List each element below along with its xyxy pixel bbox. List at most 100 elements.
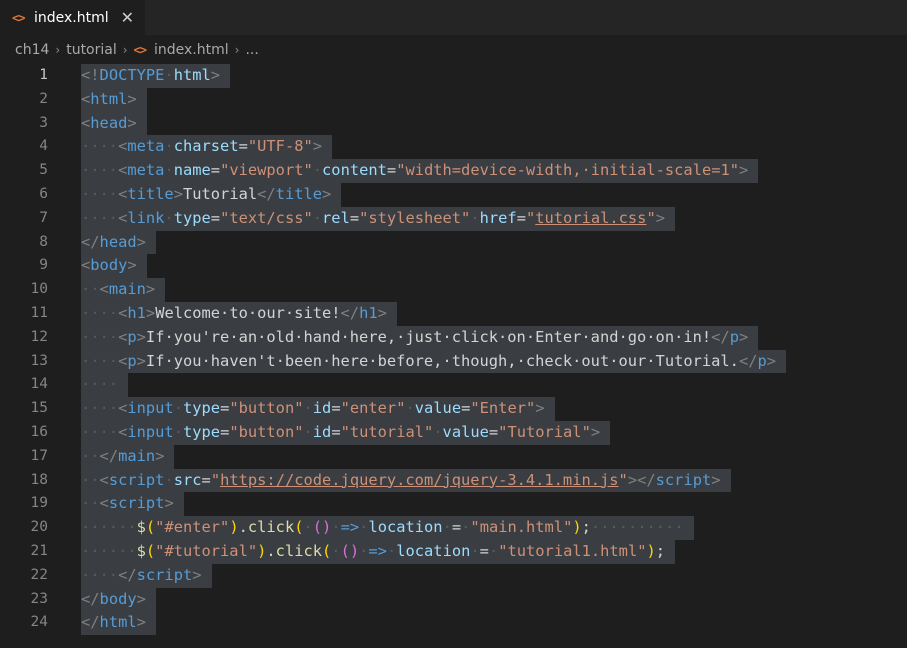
selection-highlight: ····<p>If·you·haven't·been·here·before,·… [81,349,787,374]
code-token: tutorial.css [535,208,647,227]
code-text: ··</main> [81,444,175,469]
breadcrumb-item-ch14[interactable]: ch14 [15,42,49,58]
code-token: "tutorial1.html" [498,542,647,560]
code-token: > [210,66,221,84]
code-line[interactable]: 10 ··<main> [0,278,907,302]
selection-highlight: </body> [81,587,156,612]
code-text: ····<h1>Welcome·to·our·site!</h1> [81,302,397,326]
line-number: 24 [30,614,48,631]
code-token: " [210,470,221,489]
tab-index-html[interactable]: <> index.html ✕ [0,0,145,35]
code-editor[interactable]: 1 <!DOCTYPE·html> 2 <html> 3 <head> 4 ····<meta… [0,64,907,648]
code-line[interactable]: 2 <html> [0,87,907,112]
code-line[interactable]: 15 ····<input·type="button"·id="enter"·va… [0,397,907,421]
code-text: ····<meta·name="viewport"·content="width… [81,159,759,183]
code-token: value [414,399,462,418]
code-line[interactable]: 6 ····<title>Tutorial</title> [0,183,907,207]
code-text: ····<input·type="button"·id="tutorial"·v… [81,421,611,445]
code-token: ···· [81,351,119,370]
code-token: · [331,542,341,560]
line-number: 21 [30,543,48,559]
code-token: body [99,589,137,608]
code-token: head [99,232,137,251]
code-token: > [312,137,323,156]
tab-bar: <> index.html ✕ [0,0,907,35]
code-token: Tutorial [182,185,258,203]
code-line[interactable]: 3 <head> [0,111,907,136]
line-number: 9 [39,257,48,274]
code-token: click [275,542,323,560]
code-token: If·you're·an·old·hand·here,·just·click·o… [145,327,712,346]
code-line[interactable]: 5 ····<meta·name="viewport"·content="widt… [0,159,907,183]
code-token: </ [738,351,758,370]
code-token: ; [581,518,591,537]
code-line[interactable]: 4 ····<meta·charset="UTF-8"> [0,135,907,160]
code-text: ····</script> [81,563,212,588]
code-token: · [359,542,369,560]
code-line[interactable]: 19 ··<script> [0,492,907,517]
code-token: < [99,494,109,513]
code-line[interactable]: 16 ····<input·type="button"·id="tutorial"… [0,421,907,445]
code-token: ···· [81,423,119,441]
code-line[interactable]: 23 </body> [0,587,907,612]
code-line[interactable]: 18 ··<script·src="https://code.jquery.com… [0,468,907,493]
code-token: </ [81,589,100,608]
code-line[interactable]: 17 ··</main> [0,444,907,469]
code-token: p [729,327,739,346]
selection-highlight: ····<title>Tutorial</title> [81,183,342,207]
code-line[interactable]: 11 ····<h1>Welcome·to·our·site!</h1> [0,302,907,326]
code-token: = [201,470,211,489]
line-number: 11 [30,305,48,321]
code-token: < [118,351,128,370]
selection-highlight: <body> [81,254,147,279]
code-token: · [164,470,174,489]
code-token: value [442,423,489,441]
code-line[interactable]: 8 </head> [0,230,907,255]
code-token: > [127,89,137,108]
code-token: < [99,470,109,489]
close-icon[interactable]: ✕ [121,10,134,26]
code-token: location [368,518,443,537]
code-token: > [136,613,146,632]
code-token: h1 [359,304,378,322]
line-number: 15 [30,400,48,417]
code-token: = [220,399,230,418]
breadcrumb-item-index-html[interactable]: index.html [154,42,229,58]
code-line[interactable]: 24 </html> [0,611,907,636]
code-line[interactable]: 9 <body> [0,254,907,279]
code-token: "text/css" [220,208,313,227]
line-number: 16 [30,424,48,440]
code-line[interactable]: 20 ······$("#enter").click(·()·=>·locatio… [0,516,907,540]
code-token: · [442,518,452,537]
code-text: <body> [81,254,147,279]
line-number: 19 [30,495,48,512]
code-token: ) [646,542,656,560]
code-line[interactable]: 14 ···· [0,373,907,398]
code-token: = [349,208,360,227]
breadcrumb-item-tutorial[interactable]: tutorial [66,42,117,58]
code-token: > [739,161,749,180]
code-token: · [173,399,183,418]
line-number: 13 [30,352,48,369]
code-token: ; [655,542,666,560]
code-token: · [386,542,397,560]
code-token: p [127,351,137,370]
breadcrumb-item-more[interactable]: ... [245,42,258,58]
code-token: script [136,565,193,584]
code-line[interactable]: 22 ····</script> [0,563,907,588]
code-line[interactable]: 12 ····<p>If·you're·an·old·hand·here,·jus… [0,325,907,350]
line-number: 18 [30,471,48,488]
code-line[interactable]: 13 ····<p>If·you·haven't·been·here·before… [0,349,907,374]
selection-highlight: ··<script> [81,492,184,517]
code-token: < [118,423,128,441]
code-text: <html> [81,87,147,112]
code-token: < [118,327,128,346]
code-token: type [182,423,221,441]
code-line[interactable]: 1 <!DOCTYPE·html> [0,64,907,88]
code-line[interactable]: 21 ······$("#tutorial").click(·()·=>·loca… [0,540,907,564]
line-number: 2 [39,90,48,107]
code-token: = [386,161,397,180]
code-token: " [646,208,656,227]
code-line[interactable]: 7 ····<link·type="text/css"·rel="styleshe… [0,206,907,231]
code-text: ····<meta·charset="UTF-8"> [81,135,333,160]
